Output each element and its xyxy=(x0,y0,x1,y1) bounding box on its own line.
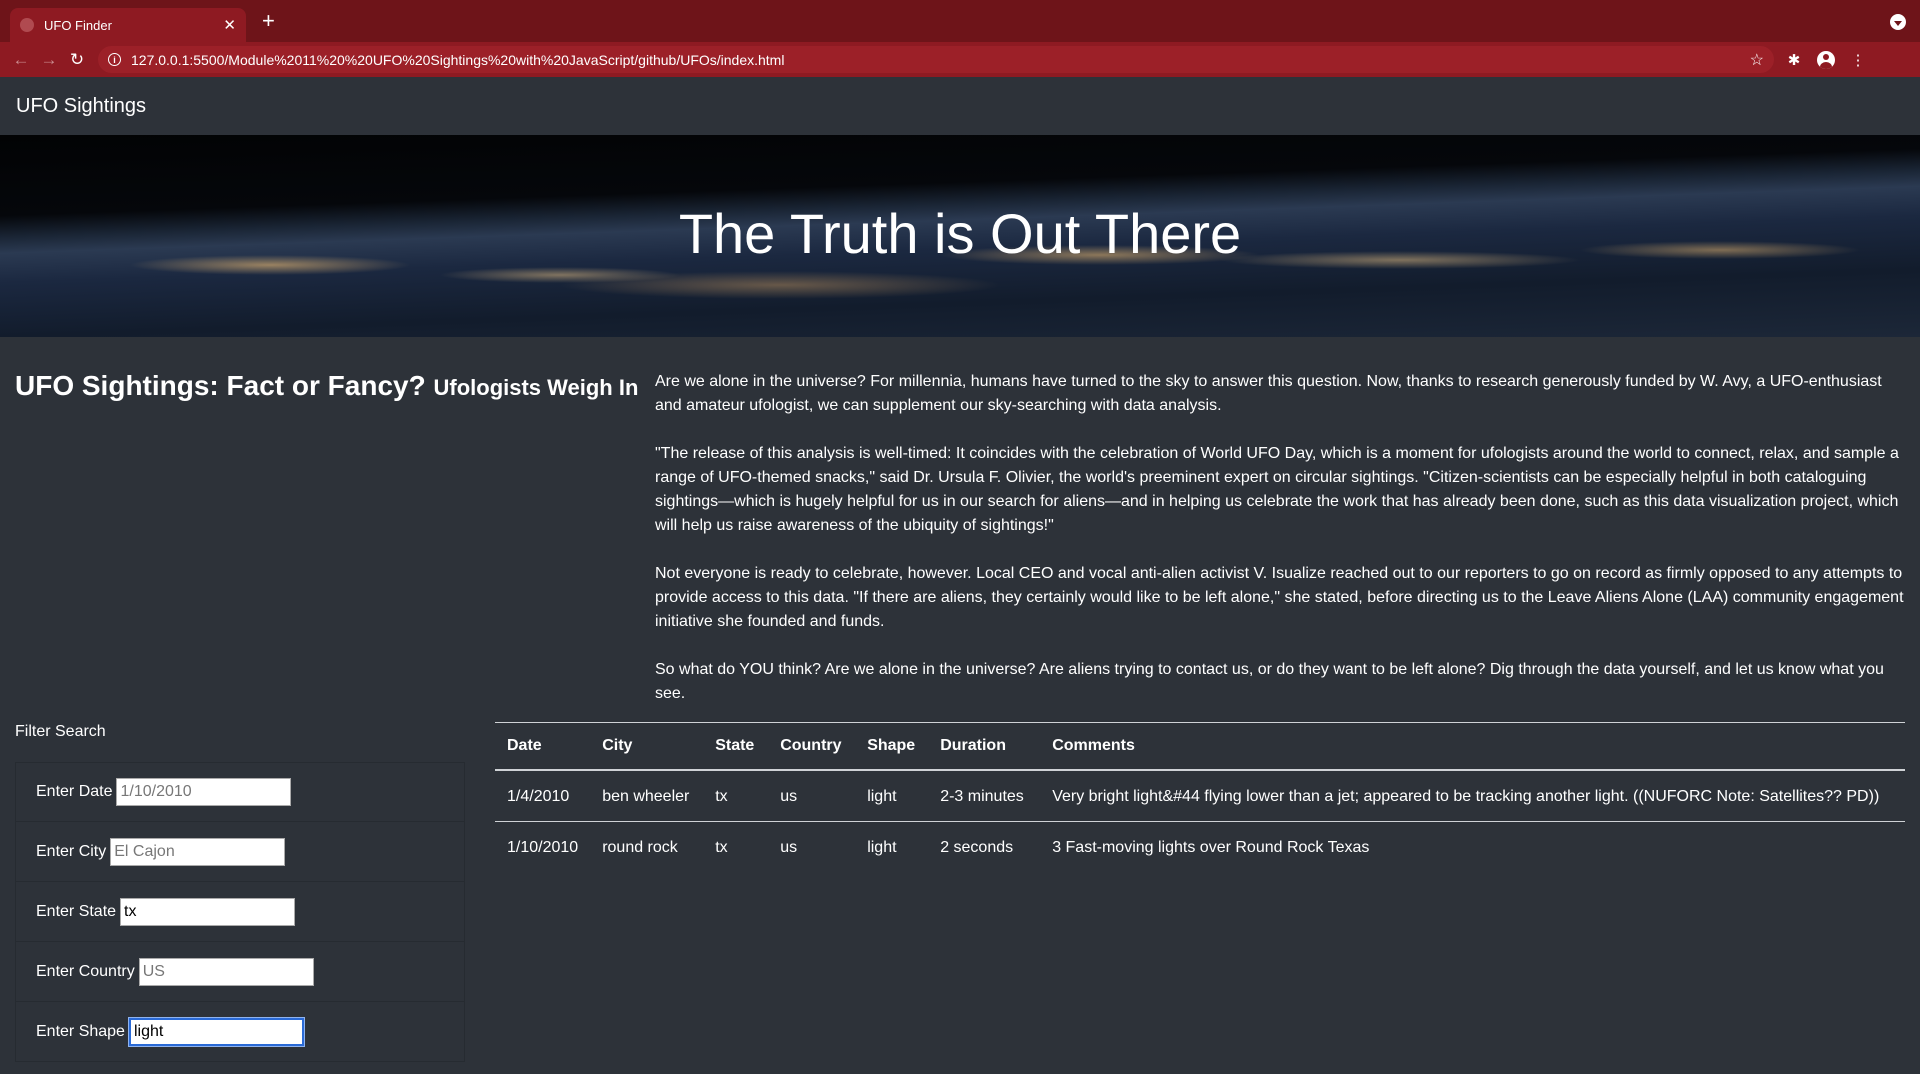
navbar-brand[interactable]: UFO Sightings xyxy=(16,95,146,118)
cell-country: us xyxy=(780,839,798,856)
tab-search-icon[interactable] xyxy=(1890,14,1906,30)
cell-state: tx xyxy=(715,839,728,856)
filter-list: Enter Date Enter City Enter State Enter … xyxy=(15,762,465,1062)
header-shape: Shape xyxy=(855,722,929,771)
profile-button[interactable] xyxy=(1814,48,1838,72)
sightings-table: Date City State Country Shape Duration C… xyxy=(495,722,1905,872)
cell-duration: 2 seconds xyxy=(940,839,1014,856)
close-tab-icon[interactable]: ✕ xyxy=(223,16,236,34)
date-input[interactable] xyxy=(116,778,292,806)
header-date: Date xyxy=(495,722,591,771)
extensions-icon[interactable]: ✱ xyxy=(1782,48,1806,72)
cell-shape: light xyxy=(867,839,897,856)
cell-shape: light xyxy=(855,770,929,822)
heading-main: UFO Sightings: Fact or Fancy? xyxy=(15,370,426,401)
header-state: State xyxy=(703,722,769,771)
browser-tab[interactable]: UFO Finder ✕ xyxy=(10,8,246,42)
header-city: City xyxy=(590,722,704,771)
cell-country: us xyxy=(768,770,856,822)
shape-label: Enter Shape xyxy=(36,1022,125,1040)
shape-input[interactable] xyxy=(128,1017,304,1046)
hero-banner: The Truth is Out There xyxy=(0,135,1920,337)
browser-menu-icon[interactable]: ⋮ xyxy=(1846,48,1870,72)
site-navbar: UFO Sightings xyxy=(0,77,1920,135)
filter-item-country: Enter Country xyxy=(15,942,465,1002)
tab-title: UFO Finder xyxy=(44,17,112,33)
filter-item-city: Enter City xyxy=(15,822,465,882)
table-row: 1/10/2010 round rock tx us light 2 secon… xyxy=(495,822,1905,873)
back-icon[interactable]: ← xyxy=(8,47,34,73)
article-paragraph: "The release of this analysis is well-ti… xyxy=(655,445,1899,534)
city-label: Enter City xyxy=(36,842,107,860)
site-info-icon[interactable]: i xyxy=(108,53,121,66)
filter-item-date: Enter Date xyxy=(15,762,465,822)
cell-date: 1/4/2010 xyxy=(495,770,591,822)
browser-toolbar: ← → ↻ i 127.0.0.1:5500/Module%2011%20%20… xyxy=(0,42,1920,77)
filter-item-state: Enter State xyxy=(15,882,465,942)
country-label: Enter Country xyxy=(36,962,135,980)
heading-sub: Ufologists Weigh In xyxy=(433,375,639,400)
header-comments: Comments xyxy=(1040,722,1905,771)
filter-item-shape: Enter Shape xyxy=(15,1002,465,1062)
cell-date: 1/10/2010 xyxy=(507,839,579,856)
address-bar[interactable]: i 127.0.0.1:5500/Module%2011%20%20UFO%20… xyxy=(98,46,1774,73)
new-tab-icon[interactable]: + xyxy=(262,10,275,32)
bookmark-star-icon[interactable]: ☆ xyxy=(1750,50,1764,70)
article-paragraph: So what do YOU think? Are we alone in th… xyxy=(655,661,1884,702)
profile-icon xyxy=(1817,50,1835,69)
header-duration: Duration xyxy=(928,722,1041,771)
reload-icon[interactable]: ↻ xyxy=(64,47,90,73)
cell-state: tx xyxy=(703,770,769,822)
date-label: Enter Date xyxy=(36,783,113,800)
hero-title: The Truth is Out There xyxy=(678,202,1242,265)
table-row: 1/4/2010 ben wheeler tx us light 2-3 min… xyxy=(495,770,1905,822)
country-input[interactable] xyxy=(138,957,314,986)
header-country: Country xyxy=(768,722,856,771)
table-header-row: Date City State Country Shape Duration C… xyxy=(495,722,1905,771)
cell-comments: Very bright light&#44 flying lower than … xyxy=(1040,770,1905,822)
favicon-icon xyxy=(20,18,34,32)
cell-duration: 2-3 minutes xyxy=(928,770,1041,822)
browser-tabstrip: UFO Finder ✕ + xyxy=(0,0,1920,42)
cell-city: ben wheeler xyxy=(590,770,704,822)
cell-city: round rock xyxy=(602,839,678,856)
article-paragraph: Are we alone in the universe? For millen… xyxy=(655,373,1882,414)
cell-comments: 3 Fast-moving lights over Round Rock Tex… xyxy=(1052,839,1370,856)
article-text: Are we alone in the universe? For millen… xyxy=(655,370,1905,730)
article-paragraph: Not everyone is ready to celebrate, howe… xyxy=(655,565,1904,630)
city-input[interactable] xyxy=(110,837,286,866)
state-input[interactable] xyxy=(120,897,296,926)
forward-icon[interactable]: → xyxy=(36,47,62,73)
sightings-table-container: Date City State Country Shape Duration C… xyxy=(495,722,1905,872)
url-text[interactable]: 127.0.0.1:5500/Module%2011%20%20UFO%20Si… xyxy=(131,52,1750,68)
state-label: Enter State xyxy=(36,902,117,920)
filter-search-title: Filter Search xyxy=(15,723,106,740)
page-heading: UFO Sightings: Fact or Fancy? Ufologists… xyxy=(15,370,638,402)
